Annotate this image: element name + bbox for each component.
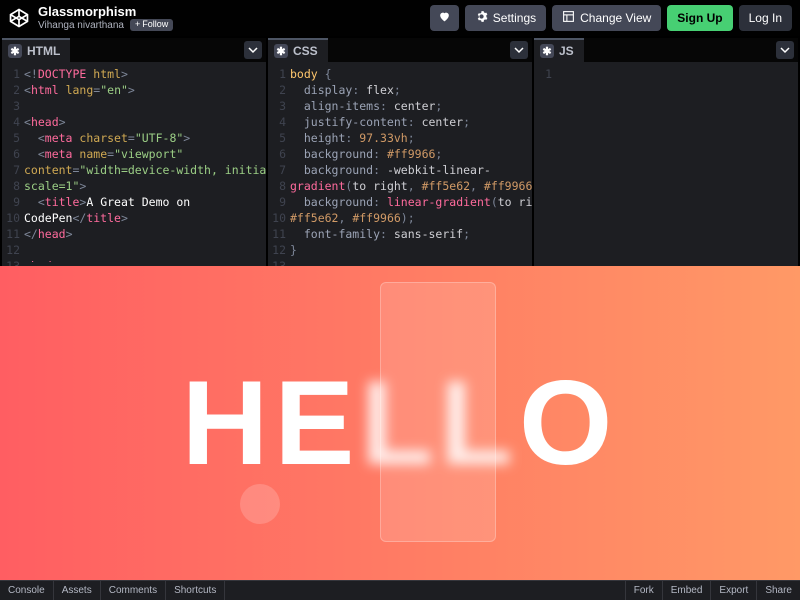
console-button[interactable]: Console	[0, 581, 54, 600]
assets-button[interactable]: Assets	[54, 581, 101, 600]
gear-sm-icon: ✱	[540, 44, 554, 58]
css-editor[interactable]: 1 2 3 4 5 6 7 8 9 10 11 12 13 body { dis…	[268, 62, 532, 266]
html-tab[interactable]: ✱ HTML	[2, 38, 70, 62]
editor-panels: ✱ HTML 1 2 3 4 5 6 7 8 9 10 11 12 13 <!D…	[0, 36, 800, 266]
heart-button[interactable]	[430, 5, 459, 31]
preview-hello-text: HELLO	[182, 354, 619, 492]
panel-header-js: ✱ JS	[534, 38, 798, 62]
gear-sm-icon: ✱	[8, 44, 22, 58]
shortcuts-button[interactable]: Shortcuts	[166, 581, 225, 600]
css-tab[interactable]: ✱ CSS	[268, 38, 328, 62]
html-options-button[interactable]	[244, 41, 262, 59]
fork-button[interactable]: Fork	[625, 581, 662, 600]
plus-icon: +	[135, 20, 140, 30]
top-bar: Glassmorphism Vihanga nivarthana + Follo…	[0, 0, 800, 36]
embed-button[interactable]: Embed	[662, 581, 711, 600]
author-name[interactable]: Vihanga nivarthana	[38, 20, 124, 31]
css-gutter: 1 2 3 4 5 6 7 8 9 10 11 12 13	[268, 66, 290, 262]
share-button[interactable]: Share	[756, 581, 800, 600]
js-panel: ✱ JS 1	[534, 38, 798, 266]
html-gutter: 1 2 3 4 5 6 7 8 9 10 11 12 13	[2, 66, 24, 262]
html-panel: ✱ HTML 1 2 3 4 5 6 7 8 9 10 11 12 13 <!D…	[2, 38, 266, 266]
gear-icon	[475, 10, 488, 26]
follow-button[interactable]: + Follow	[130, 19, 173, 31]
css-code[interactable]: body { display: flex; align-items: cente…	[290, 66, 532, 262]
html-code[interactable]: <!DOCTYPE html> <html lang="en"> <head> …	[24, 66, 266, 262]
pen-title: Glassmorphism	[38, 5, 173, 19]
bottom-bar: Console Assets Comments Shortcuts Fork E…	[0, 580, 800, 600]
html-editor[interactable]: 1 2 3 4 5 6 7 8 9 10 11 12 13 <!DOCTYPE …	[2, 62, 266, 266]
heart-icon	[438, 10, 451, 26]
css-options-button[interactable]	[510, 41, 528, 59]
layout-icon	[562, 10, 575, 26]
js-gutter: 1	[534, 66, 556, 262]
preview-pane: HELLO	[0, 266, 800, 580]
signup-button[interactable]: Sign Up	[667, 5, 732, 31]
js-code[interactable]	[556, 66, 798, 262]
panel-header-html: ✱ HTML	[2, 38, 266, 62]
title-block: Glassmorphism Vihanga nivarthana + Follo…	[38, 5, 173, 31]
gear-sm-icon: ✱	[274, 44, 288, 58]
login-button[interactable]: Log In	[739, 5, 792, 31]
css-panel: ✱ CSS 1 2 3 4 5 6 7 8 9 10 11 12 13 body…	[268, 38, 532, 266]
export-button[interactable]: Export	[710, 581, 756, 600]
panel-header-css: ✱ CSS	[268, 38, 532, 62]
js-options-button[interactable]	[776, 41, 794, 59]
codepen-logo-icon[interactable]	[8, 7, 30, 29]
js-editor[interactable]: 1	[534, 62, 798, 266]
settings-button[interactable]: Settings	[465, 5, 546, 31]
js-tab[interactable]: ✱ JS	[534, 38, 584, 62]
change-view-button[interactable]: Change View	[552, 5, 661, 31]
comments-button[interactable]: Comments	[101, 581, 166, 600]
